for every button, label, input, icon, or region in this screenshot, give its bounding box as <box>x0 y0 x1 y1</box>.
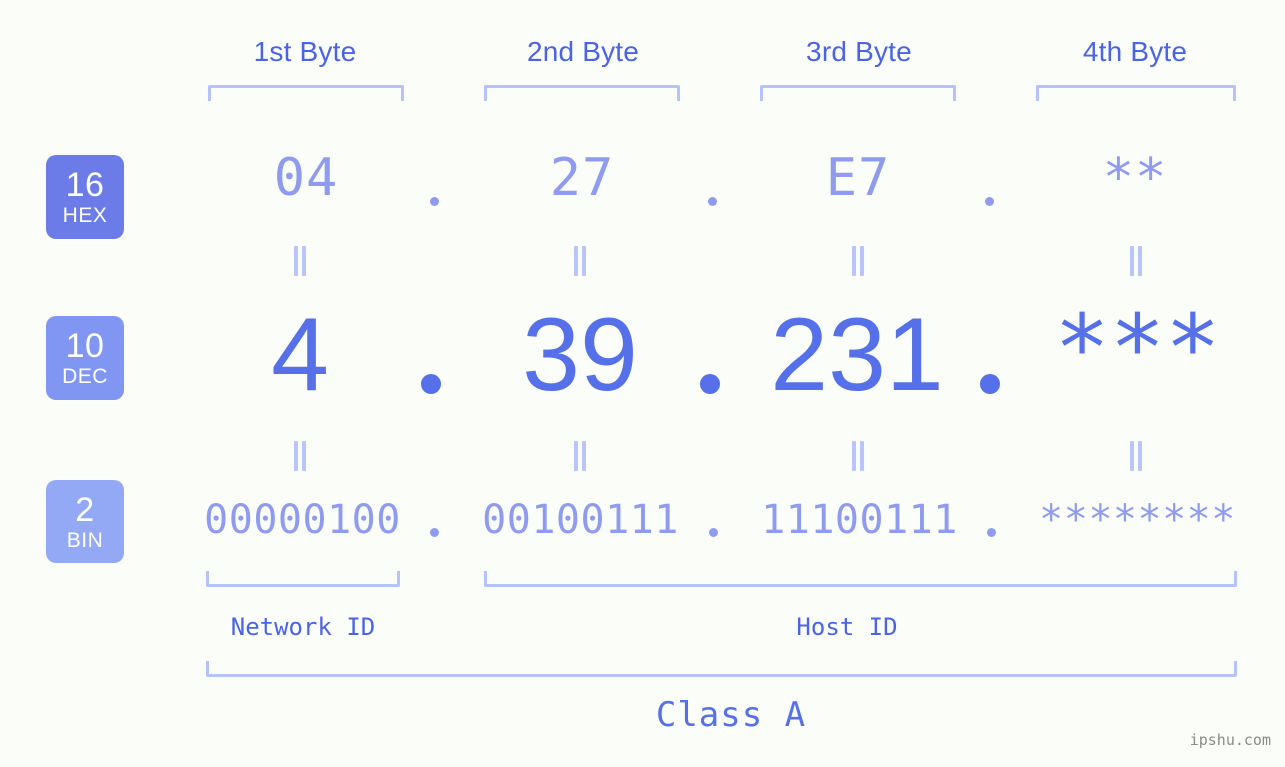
hex-octet-3: E7 <box>825 148 891 208</box>
dec-separator-2 <box>700 374 720 394</box>
site-watermark: ipshu.com <box>1189 731 1271 749</box>
bin-separator-1 <box>430 528 439 537</box>
network-id-label: Network ID <box>230 613 376 641</box>
dec-octet-3: 231 <box>770 297 944 413</box>
bin-separator-2 <box>709 528 718 537</box>
badge-bin-base-name: BIN <box>66 528 104 552</box>
bin-octet-1: 00000100 <box>204 497 401 543</box>
dec-separator-3 <box>980 374 1000 394</box>
class-bracket <box>206 661 1237 677</box>
badge-dec-base: 10 <box>65 327 105 365</box>
hex-octet-4: ** <box>1102 148 1168 208</box>
equals-mark-dec-bin-1 <box>292 441 308 471</box>
byte-bracket-1 <box>208 85 404 101</box>
dec-octet-2: 39 <box>522 297 638 413</box>
hex-separator-2 <box>708 197 717 206</box>
badge-dec: 10 DEC <box>46 316 124 400</box>
byte-header-1: 1st Byte <box>253 36 357 67</box>
byte-header-4: 4th Byte <box>1082 36 1188 67</box>
bin-octet-3: 11100111 <box>761 497 958 543</box>
hex-octet-2: 27 <box>549 148 615 208</box>
equals-mark-dec-bin-2 <box>572 441 588 471</box>
bin-octet-2: 00100111 <box>482 497 679 543</box>
host-id-bracket <box>484 571 1237 587</box>
byte-header-3: 3rd Byte <box>806 36 912 67</box>
badge-dec-base-name: DEC <box>62 365 108 388</box>
class-label: Class A <box>655 695 807 735</box>
byte-header-2: 2nd Byte <box>526 36 640 67</box>
hex-separator-3 <box>985 197 994 206</box>
bin-octet-4: ******** <box>1039 497 1236 543</box>
badge-hex-base-name: HEX <box>62 204 108 227</box>
hex-octet-1: 04 <box>273 148 339 208</box>
ip-address-breakdown-diagram: 1st Byte 2nd Byte 3rd Byte 4th Byte 16 H… <box>0 0 1285 767</box>
badge-bin: 2 BIN <box>46 480 124 563</box>
equals-mark-dec-bin-4 <box>1128 441 1144 471</box>
byte-bracket-2 <box>484 85 680 101</box>
network-id-bracket <box>206 571 400 587</box>
equals-mark-hex-dec-1 <box>292 246 308 276</box>
dec-octet-4: *** <box>1054 295 1221 402</box>
equals-mark-hex-dec-3 <box>850 246 866 276</box>
equals-mark-hex-dec-4 <box>1128 246 1144 276</box>
bin-separator-3 <box>987 528 996 537</box>
equals-mark-dec-bin-3 <box>850 441 866 471</box>
equals-mark-hex-dec-2 <box>572 246 588 276</box>
badge-hex: 16 HEX <box>46 155 124 239</box>
badge-bin-base: 2 <box>75 490 95 529</box>
byte-bracket-3 <box>760 85 956 101</box>
badge-hex-base: 16 <box>65 166 105 204</box>
byte-bracket-4 <box>1036 85 1236 101</box>
dec-separator-1 <box>421 374 441 394</box>
host-id-label: Host ID <box>796 613 898 641</box>
dec-octet-1: 4 <box>271 297 329 413</box>
hex-separator-1 <box>430 197 439 206</box>
